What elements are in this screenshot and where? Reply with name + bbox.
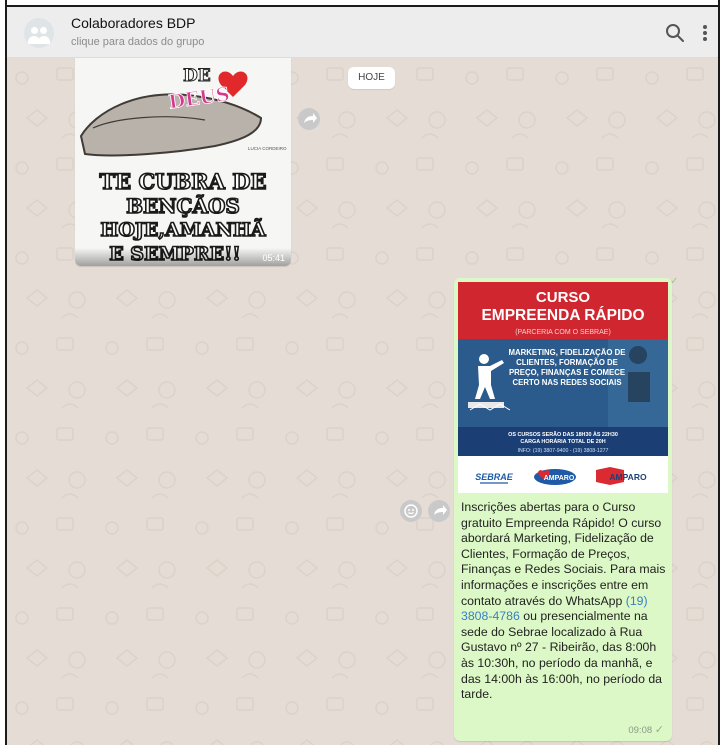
image-word-de: DE	[183, 66, 211, 86]
chat-header[interactable]: Colaboradores BDP clique para dados do g…	[7, 7, 718, 58]
forward-icon[interactable]	[428, 500, 450, 522]
poster-headline: EMPREENDA RÁPIDO	[481, 307, 644, 324]
poster-schedule-2: CARGA HORÁRIA TOTAL DE 20H	[520, 438, 605, 445]
incoming-image-message[interactable]: DE DEUS LUCIA CORDEIRO TE CUBRA DE BENÇÃ…	[75, 58, 291, 266]
more-vertical-icon[interactable]	[700, 22, 710, 44]
image-signature: LUCIA CORDEIRO	[248, 146, 287, 151]
frame-border-right	[718, 0, 720, 745]
poster-topics: MARKETING, FIDELIZAÇÃO DE CLIENTES, FORM…	[508, 348, 626, 387]
frame-border-left	[5, 0, 7, 745]
group-avatar[interactable]	[24, 18, 54, 48]
forward-icon[interactable]	[298, 108, 320, 130]
poster-info: INFO: (19) 3807-9400 - (19) 3808-1277	[518, 448, 609, 454]
message-meta: 09:08 ✓	[628, 723, 664, 736]
amparo-social-logo: AMPARO	[544, 475, 575, 482]
amparo-prefeitura-logo: AMPARO	[609, 472, 647, 482]
image-timestamp: 05:41	[262, 253, 285, 263]
date-separator: HOJE	[348, 67, 395, 89]
search-icon[interactable]	[664, 22, 686, 44]
image-line-1: TE CUBRA DE	[100, 169, 267, 194]
poster-kicker: CURSO	[536, 289, 591, 306]
message-time: 09:08	[628, 725, 653, 736]
group-subtitle[interactable]: clique para dados do grupo	[71, 36, 204, 48]
frame-border-top	[5, 5, 720, 7]
sebrae-logo: SEBRAE	[475, 472, 514, 482]
caption-text-1: Inscrições abertas para o Curso gratuito…	[461, 500, 666, 608]
poster-schedule-1: OS CURSOS SERÃO DAS 18H30 ÀS 22H30	[508, 431, 618, 438]
poster-image[interactable]: CURSO EMPREENDA RÁPIDO (PARCERIA COM O S…	[458, 282, 668, 493]
chat-area[interactable]: DE DEUS LUCIA CORDEIRO TE CUBRA DE BENÇÃ…	[7, 58, 718, 745]
outgoing-message[interactable]: CURSO EMPREENDA RÁPIDO (PARCERIA COM O S…	[454, 278, 672, 741]
poster-partner: (PARCERIA COM O SEBRAE)	[515, 329, 611, 336]
check-icon: ✓	[654, 724, 664, 736]
image-line-2: BENÇÃOS	[126, 194, 240, 218]
message-caption: Inscrições abertas para o Curso gratuito…	[461, 500, 667, 703]
emoji-reaction-icon[interactable]	[400, 500, 422, 522]
group-title[interactable]: Colaboradores BDP	[71, 15, 196, 31]
image-line-3: HOJE,AMANHÃ	[100, 218, 265, 241]
app-window: Colaboradores BDP clique para dados do g…	[0, 0, 725, 745]
